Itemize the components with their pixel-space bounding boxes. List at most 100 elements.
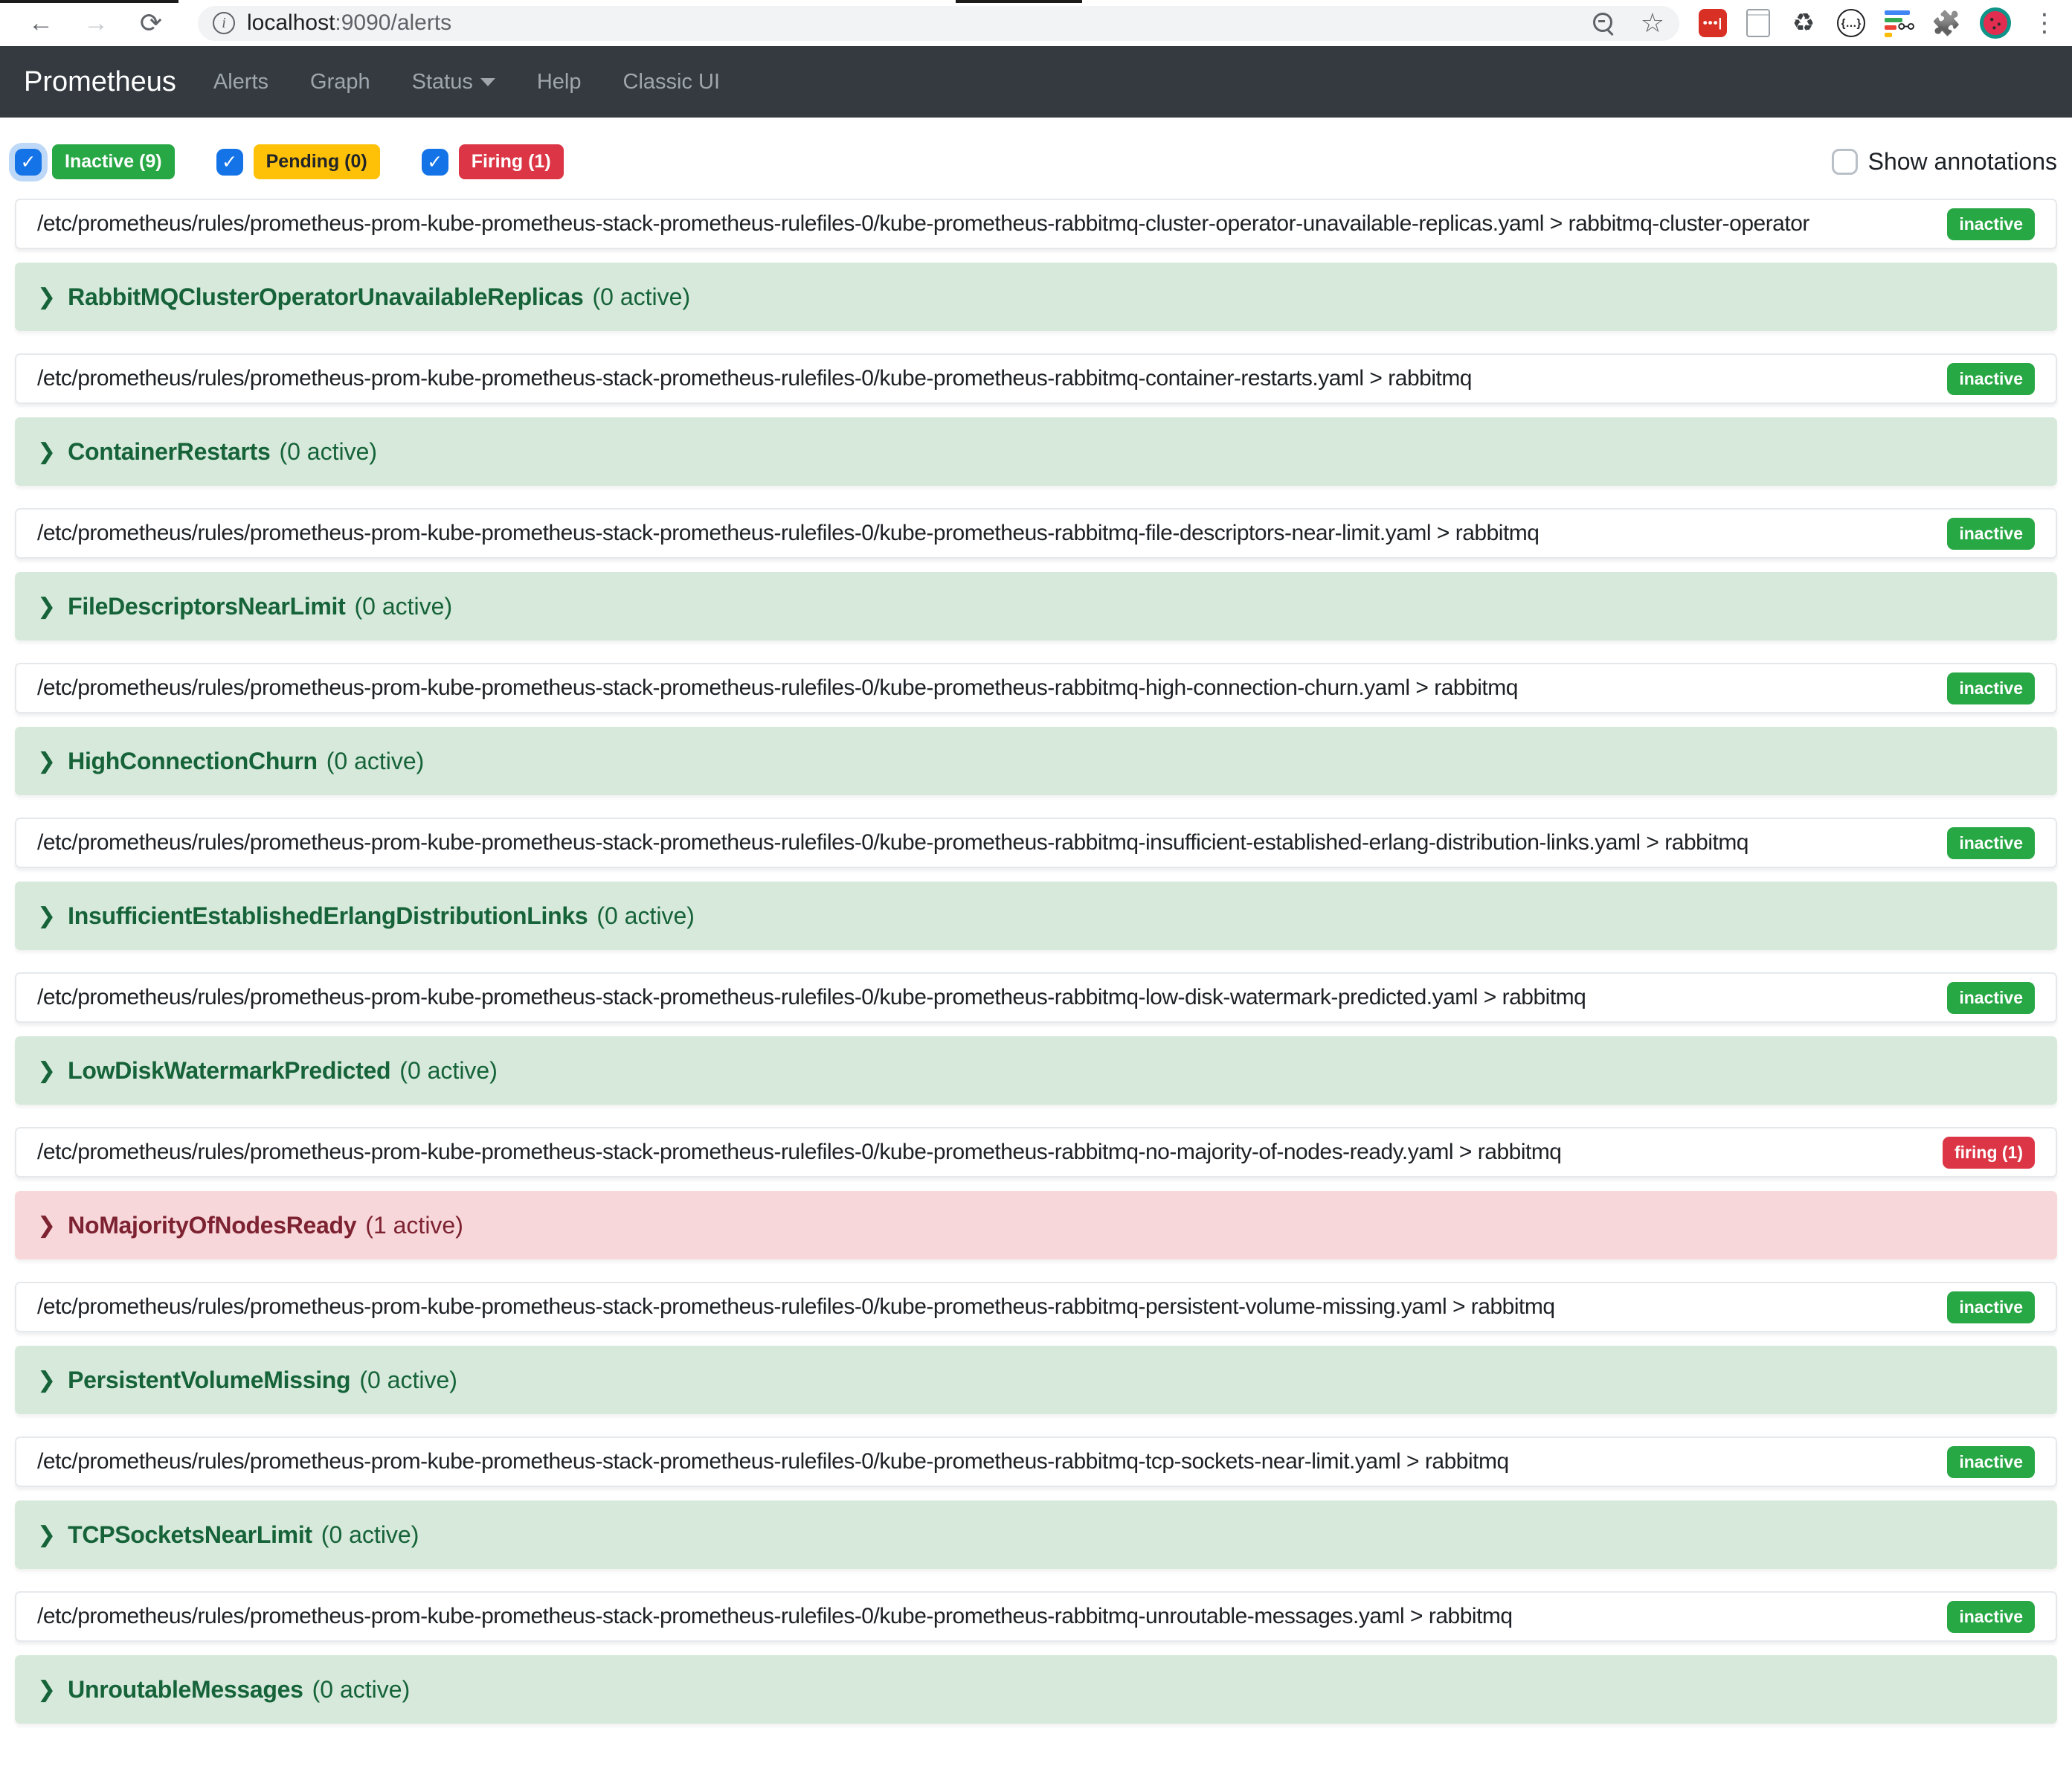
rule-file-path: /etc/prometheus/rules/prometheus-prom-ku… bbox=[37, 1294, 1932, 1320]
alert-name: ContainerRestarts bbox=[68, 438, 270, 466]
rule-file-row: /etc/prometheus/rules/prometheus-prom-ku… bbox=[15, 1591, 2057, 1642]
alerts-page: Inactive (9) Pending (0) Firing (1) Show… bbox=[0, 144, 2072, 1724]
rule-file-row: /etc/prometheus/rules/prometheus-prom-ku… bbox=[15, 353, 2057, 404]
firing-filter-badge[interactable]: Firing (1) bbox=[459, 144, 564, 179]
extensions-puzzle-icon[interactable] bbox=[1932, 9, 1960, 37]
alert-group-row[interactable]: TCPSocketsNearLimit (0 active) bbox=[15, 1500, 2057, 1569]
chevron-right-icon bbox=[37, 748, 56, 774]
alert-group-row[interactable]: ContainerRestarts (0 active) bbox=[15, 417, 2057, 486]
extension-row bbox=[1699, 7, 2059, 39]
chevron-right-icon bbox=[37, 1058, 56, 1084]
state-badge: inactive bbox=[1947, 363, 2035, 395]
state-badge: inactive bbox=[1947, 208, 2035, 240]
rule-file-row: /etc/prometheus/rules/prometheus-prom-ku… bbox=[15, 1436, 2057, 1487]
filter-inactive[interactable]: Inactive (9) bbox=[15, 144, 175, 179]
filter-firing[interactable]: Firing (1) bbox=[422, 144, 564, 179]
state-badge: inactive bbox=[1947, 1446, 2035, 1478]
browser-forward-icon[interactable] bbox=[79, 6, 113, 40]
page-extension-icon[interactable] bbox=[1746, 9, 1770, 37]
profile-avatar[interactable] bbox=[1980, 7, 2011, 39]
rule-file-path: /etc/prometheus/rules/prometheus-prom-ku… bbox=[37, 985, 1932, 1010]
nav-item-graph[interactable]: Graph bbox=[310, 70, 370, 94]
chevron-right-icon bbox=[37, 903, 56, 929]
lastpass-extension-icon[interactable] bbox=[1699, 9, 1727, 37]
rule-file-row: /etc/prometheus/rules/prometheus-prom-ku… bbox=[15, 508, 2057, 559]
alert-active-count: (0 active) bbox=[321, 1521, 419, 1549]
filter-bar: Inactive (9) Pending (0) Firing (1) Show… bbox=[15, 144, 2057, 179]
url-bar[interactable]: localhost:9090/alerts bbox=[198, 6, 1679, 41]
browser-menu-icon[interactable] bbox=[2030, 9, 2059, 37]
prometheus-navbar: Prometheus Alerts Graph Status Help Clas… bbox=[0, 46, 2072, 118]
chevron-right-icon bbox=[37, 439, 56, 465]
nav-item-classic-ui[interactable]: Classic UI bbox=[623, 70, 721, 94]
chevron-right-icon bbox=[37, 1367, 56, 1393]
alert-name: UnroutableMessages bbox=[68, 1676, 303, 1704]
rule-file-row: /etc/prometheus/rules/prometheus-prom-ku… bbox=[15, 972, 2057, 1023]
rule-file-path: /etc/prometheus/rules/prometheus-prom-ku… bbox=[37, 1604, 1932, 1629]
brand-link[interactable]: Prometheus bbox=[24, 66, 176, 98]
alert-name: TCPSocketsNearLimit bbox=[68, 1521, 312, 1549]
state-badge: inactive bbox=[1947, 1291, 2035, 1323]
alert-group-row[interactable]: FileDescriptorsNearLimit (0 active) bbox=[15, 572, 2057, 640]
nav-item-alerts[interactable]: Alerts bbox=[213, 70, 268, 94]
chevron-right-icon bbox=[37, 1213, 56, 1239]
chevron-right-icon bbox=[37, 284, 56, 310]
firing-checkbox[interactable] bbox=[422, 149, 448, 176]
state-badge: inactive bbox=[1947, 518, 2035, 550]
inactive-filter-badge[interactable]: Inactive (9) bbox=[52, 144, 175, 179]
show-annotations-label: Show annotations bbox=[1868, 148, 2057, 176]
chevron-right-icon bbox=[37, 1677, 56, 1703]
alert-group-row[interactable]: UnroutableMessages (0 active) bbox=[15, 1655, 2057, 1724]
caret-down-icon bbox=[480, 78, 495, 86]
chevron-right-icon bbox=[37, 1522, 56, 1548]
nav-item-help[interactable]: Help bbox=[537, 70, 582, 94]
state-badge: inactive bbox=[1947, 1601, 2035, 1633]
state-badge: inactive bbox=[1947, 982, 2035, 1014]
rule-file-path: /etc/prometheus/rules/prometheus-prom-ku… bbox=[37, 1140, 1928, 1165]
zoom-out-icon[interactable] bbox=[1592, 11, 1615, 35]
rule-file-row: /etc/prometheus/rules/prometheus-prom-ku… bbox=[15, 1282, 2057, 1332]
pending-filter-badge[interactable]: Pending (0) bbox=[254, 144, 380, 179]
tabstrip-remnant bbox=[0, 0, 178, 3]
alert-group-row[interactable]: InsufficientEstablishedErlangDistributio… bbox=[15, 882, 2057, 950]
inactive-checkbox[interactable] bbox=[15, 149, 42, 176]
alert-active-count: (0 active) bbox=[326, 748, 425, 775]
alert-group-row[interactable]: LowDiskWatermarkPredicted (0 active) bbox=[15, 1036, 2057, 1105]
rule-file-path: /etc/prometheus/rules/prometheus-prom-ku… bbox=[37, 211, 1932, 237]
site-info-icon[interactable] bbox=[213, 12, 235, 34]
tag-assistant-extension-icon[interactable] bbox=[1885, 9, 1913, 37]
show-annotations-control[interactable]: Show annotations bbox=[1832, 148, 2057, 176]
rule-file-row: /etc/prometheus/rules/prometheus-prom-ku… bbox=[15, 1127, 2057, 1178]
alert-name: RabbitMQClusterOperatorUnavailableReplic… bbox=[68, 283, 583, 311]
alert-name: FileDescriptorsNearLimit bbox=[68, 593, 345, 620]
filter-pending[interactable]: Pending (0) bbox=[216, 144, 380, 179]
tabstrip-remnant bbox=[956, 0, 1082, 3]
url-text[interactable]: localhost:9090/alerts bbox=[247, 10, 451, 36]
browser-toolbar: localhost:9090/alerts bbox=[0, 0, 2072, 46]
state-badge: inactive bbox=[1947, 827, 2035, 859]
alert-name: HighConnectionChurn bbox=[68, 748, 318, 775]
bookmark-star-icon[interactable] bbox=[1641, 7, 1664, 39]
alert-group-row[interactable]: PersistentVolumeMissing (0 active) bbox=[15, 1346, 2057, 1414]
alert-active-count: (0 active) bbox=[355, 593, 453, 620]
alert-name: InsufficientEstablishedErlangDistributio… bbox=[68, 902, 588, 930]
alert-name: NoMajorityOfNodesReady bbox=[68, 1212, 356, 1239]
rule-file-path: /etc/prometheus/rules/prometheus-prom-ku… bbox=[37, 521, 1932, 546]
rule-file-path: /etc/prometheus/rules/prometheus-prom-ku… bbox=[37, 830, 1932, 855]
pending-checkbox[interactable] bbox=[216, 149, 243, 176]
alert-active-count: (0 active) bbox=[596, 902, 695, 930]
recycle-extension-icon[interactable] bbox=[1789, 9, 1818, 37]
alert-group-row[interactable]: RabbitMQClusterOperatorUnavailableReplic… bbox=[15, 263, 2057, 331]
rule-file-row: /etc/prometheus/rules/prometheus-prom-ku… bbox=[15, 663, 2057, 713]
show-annotations-checkbox[interactable] bbox=[1832, 149, 1858, 175]
nav-item-status-dropdown[interactable]: Status bbox=[412, 70, 495, 94]
state-badge: inactive bbox=[1947, 672, 2035, 704]
alert-name: LowDiskWatermarkPredicted bbox=[68, 1057, 390, 1085]
json-braces-extension-icon[interactable] bbox=[1837, 9, 1865, 37]
browser-back-icon[interactable] bbox=[24, 6, 58, 40]
rule-file-path: /etc/prometheus/rules/prometheus-prom-ku… bbox=[37, 366, 1932, 391]
browser-reload-icon[interactable] bbox=[134, 6, 168, 40]
alert-group-row[interactable]: HighConnectionChurn (0 active) bbox=[15, 727, 2057, 795]
alert-group-row[interactable]: NoMajorityOfNodesReady (1 active) bbox=[15, 1191, 2057, 1259]
state-badge: firing (1) bbox=[1943, 1137, 2035, 1169]
